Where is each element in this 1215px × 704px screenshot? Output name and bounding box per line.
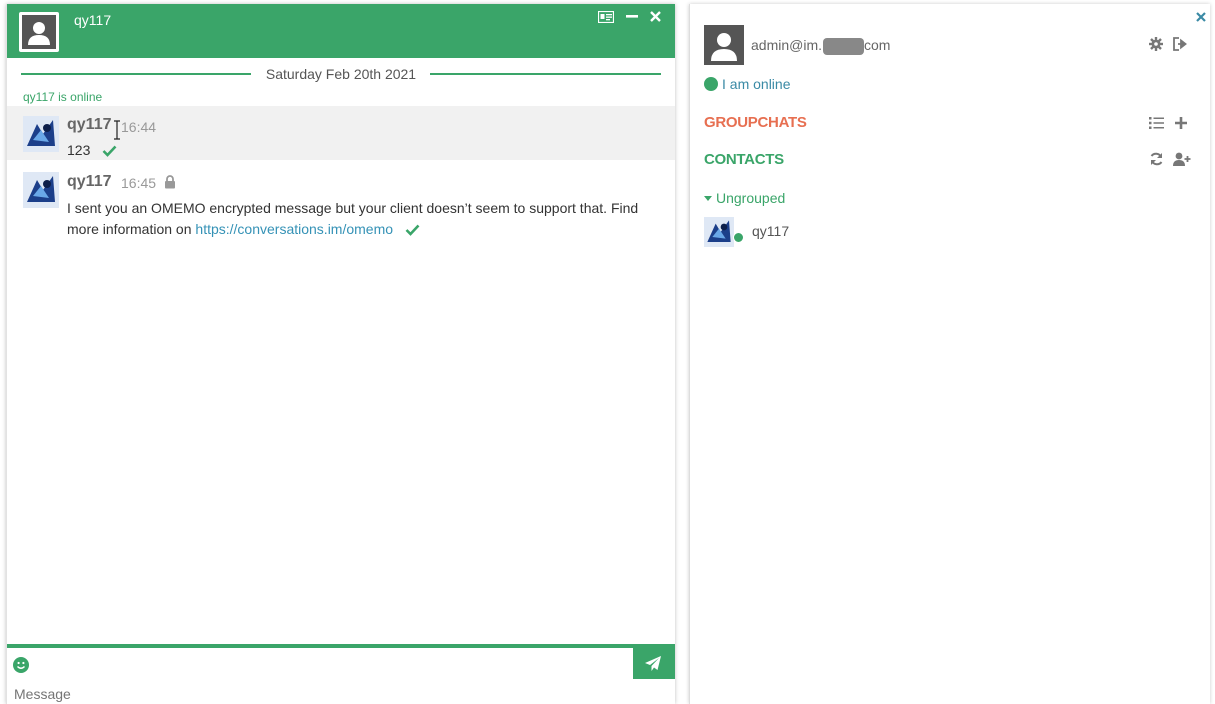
message-sender: qy117 <box>67 173 112 190</box>
online-status-icon <box>704 77 718 91</box>
user-jid: admin@im. com <box>751 37 890 55</box>
chat-window: qy117 Saturday Feb 20th 2021 qy117 is on… <box>6 4 675 704</box>
chat-avatar <box>19 12 59 52</box>
user-jid-prefix: admin@im. <box>751 37 823 53</box>
refresh-icon[interactable] <box>1149 152 1164 171</box>
text-cursor-icon <box>113 120 121 140</box>
group-name: Ungrouped <box>716 190 786 206</box>
emoji-icon[interactable] <box>13 657 29 673</box>
redacted-box <box>823 37 865 55</box>
user-jid-suffix: com <box>864 37 891 53</box>
controlbox-panel: admin@im. com I am online GROUPCHATS CONT… <box>689 4 1210 704</box>
close-chat-icon[interactable] <box>650 11 668 25</box>
chat-title: qy117 <box>74 12 112 28</box>
user-status-label: I am online <box>722 76 791 92</box>
online-dot-icon <box>733 232 744 243</box>
paper-plane-icon <box>645 656 661 671</box>
message-item: qy117 16:45 I sent you an OMEMO encrypte… <box>7 164 675 244</box>
delivered-check-icon <box>102 142 117 163</box>
close-controlbox-icon[interactable] <box>1196 9 1206 27</box>
minimize-icon[interactable] <box>626 10 644 24</box>
groupchats-heading[interactable]: GROUPCHATS <box>704 114 807 131</box>
user-avatar[interactable] <box>704 25 744 65</box>
contact-item[interactable]: qy117 <box>704 217 1194 247</box>
lock-icon <box>164 175 176 194</box>
add-contact-icon[interactable] <box>1173 152 1191 171</box>
contact-avatar <box>704 217 734 247</box>
caret-down-icon <box>704 196 712 201</box>
group-toggle-ungrouped[interactable]: Ungrouped <box>704 190 785 206</box>
settings-gear-icon[interactable] <box>1149 37 1163 56</box>
separator-line-right <box>430 73 661 75</box>
message-time: 16:44 <box>121 119 157 135</box>
chat-status-text: qy117 is online <box>23 90 103 104</box>
contacts-heading[interactable]: CONTACTS <box>704 151 784 168</box>
message-text: 123 <box>67 142 91 158</box>
logout-icon[interactable] <box>1173 37 1188 56</box>
add-groupchat-icon[interactable] <box>1175 116 1187 134</box>
omemo-link[interactable]: https://conversations.im/omemo <box>195 221 393 237</box>
message-time: 16:45 <box>121 175 157 191</box>
message-sender: qy117 <box>67 116 112 133</box>
contact-name: qy117 <box>752 223 790 239</box>
message-avatar <box>23 172 59 208</box>
message-avatar <box>23 116 59 152</box>
date-separator: Saturday Feb 20th 2021 <box>21 66 661 82</box>
chat-toolbar <box>7 648 634 678</box>
message-item: qy117 16:44 123 <box>7 106 675 160</box>
delivered-check-icon <box>405 221 420 242</box>
message-input[interactable] <box>14 686 614 702</box>
contact-card-icon[interactable] <box>598 11 616 25</box>
user-status[interactable]: I am online <box>704 76 790 92</box>
list-rooms-icon[interactable] <box>1149 116 1164 134</box>
chat-header: qy117 <box>7 4 675 58</box>
send-button[interactable] <box>633 648 675 679</box>
